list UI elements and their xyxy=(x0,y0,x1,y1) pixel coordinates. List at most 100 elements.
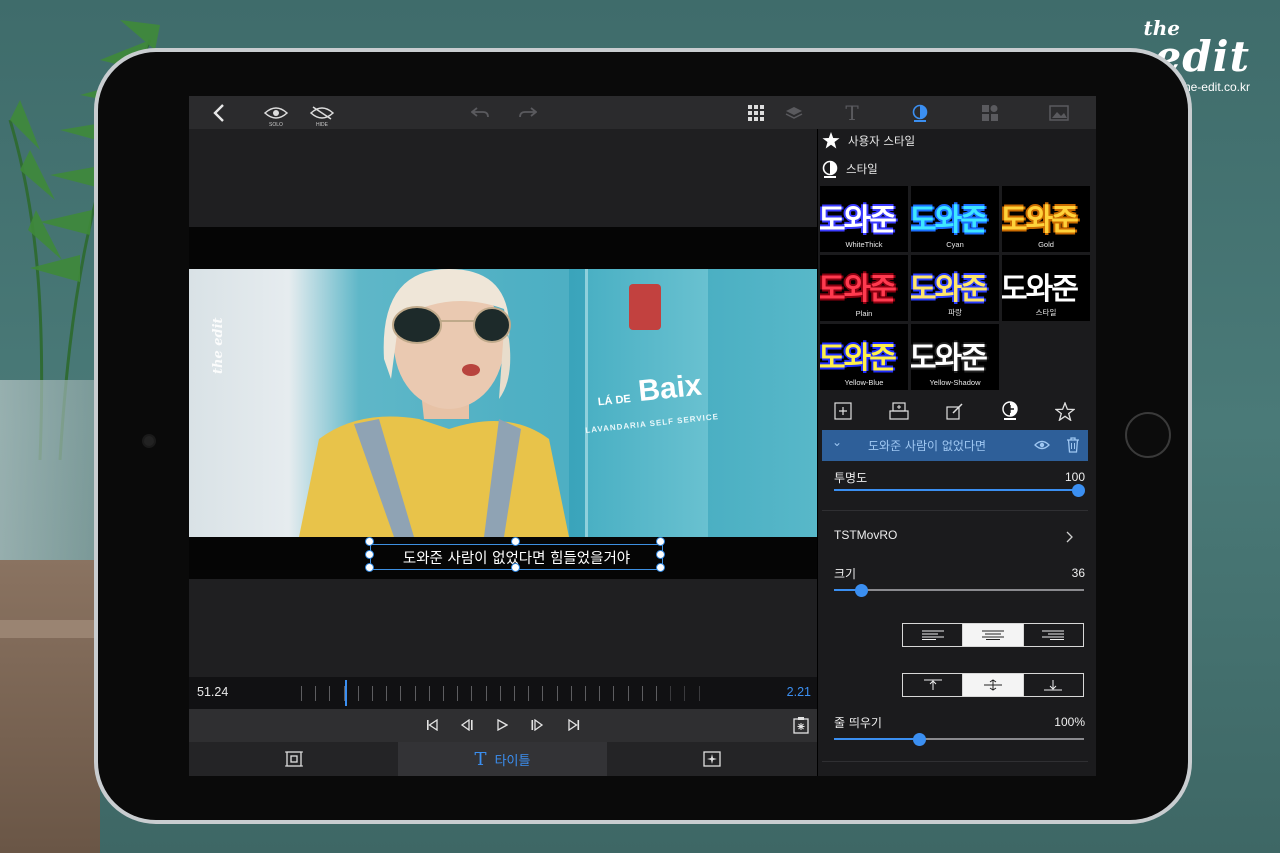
ruler-tick xyxy=(585,686,586,701)
align-middle-icon xyxy=(983,679,1002,691)
timeline-ruler[interactable]: 51.24 2.21 xyxy=(189,677,817,709)
style-thumbnail[interactable]: 도와준 스타일 xyxy=(1002,255,1090,321)
shapes-button[interactable] xyxy=(979,100,1001,126)
tab-titles[interactable]: T 타이틀 xyxy=(398,742,607,776)
resize-handle[interactable] xyxy=(511,563,520,572)
home-button[interactable] xyxy=(1125,412,1171,458)
align-middle-button[interactable] xyxy=(963,674,1024,696)
align-center-button[interactable] xyxy=(963,624,1024,646)
app-screen: SOLO HIDE T LÁ DE Baix LAVANDARIA SELF S… xyxy=(189,96,1096,776)
style-name: Yellow-Shadow xyxy=(929,378,981,387)
apply-style-button[interactable] xyxy=(999,401,1021,421)
align-top-button[interactable] xyxy=(903,674,964,696)
playhead[interactable] xyxy=(345,680,347,706)
preview-empty-area xyxy=(189,129,817,227)
skip-to-start-button[interactable] xyxy=(422,715,442,735)
image-icon xyxy=(1049,105,1069,121)
resize-handle[interactable] xyxy=(656,563,665,572)
solo-button[interactable]: SOLO xyxy=(263,100,289,128)
style-sample-text: 도와준 xyxy=(911,272,988,307)
ruler-tick xyxy=(557,686,558,701)
align-right-icon xyxy=(1042,630,1065,640)
style-thumbnail[interactable]: 도와준 Yellow-Blue xyxy=(820,324,908,390)
undo-button[interactable] xyxy=(469,100,491,126)
style-thumbnail[interactable]: 도와준 Gold xyxy=(1002,186,1090,252)
resize-handle[interactable] xyxy=(656,537,665,546)
video-sign-prefix: LÁ DE xyxy=(597,393,632,409)
background-window xyxy=(0,380,100,570)
align-left-button[interactable] xyxy=(903,624,964,646)
selected-layer-bar[interactable]: ⌄ 도와준 사람이 없었다면 xyxy=(822,430,1088,461)
slider-knob[interactable] xyxy=(855,584,868,597)
ruler-tick xyxy=(486,686,487,701)
style-header[interactable]: 스타일 xyxy=(822,160,878,178)
back-button[interactable] xyxy=(209,100,229,126)
redo-button[interactable] xyxy=(517,100,539,126)
edit-style-button[interactable] xyxy=(944,401,966,421)
opacity-slider[interactable] xyxy=(834,483,1085,499)
duplicate-style-button[interactable] xyxy=(888,401,910,421)
style-name: 스타일 xyxy=(1035,308,1057,317)
style-tool-button[interactable] xyxy=(909,100,931,126)
eye-icon[interactable] xyxy=(1034,439,1050,451)
size-slider[interactable] xyxy=(834,583,1084,599)
align-top-icon xyxy=(923,679,942,690)
skip-to-end-button[interactable] xyxy=(564,715,584,735)
style-thumbnail[interactable]: 도와준 WhiteThick xyxy=(820,186,908,252)
hide-button[interactable]: HIDE xyxy=(309,100,335,128)
slider-knob[interactable] xyxy=(913,733,926,746)
contrast-icon xyxy=(912,104,928,122)
style-sample-text: 도와준 xyxy=(1002,272,1079,307)
style-sample-text: 도와준 xyxy=(1002,203,1079,238)
style-name: Gold xyxy=(1038,240,1054,249)
align-right-button[interactable] xyxy=(1024,624,1083,646)
ruler-tick xyxy=(642,686,643,701)
ruler-tick xyxy=(372,686,373,701)
style-thumbnail[interactable]: 도와준 파랑 xyxy=(911,255,999,321)
text-tool-button[interactable]: T xyxy=(841,100,863,126)
chevron-down-icon[interactable]: ⌄ xyxy=(832,435,842,449)
favorite-style-button[interactable] xyxy=(1054,401,1076,421)
tab-effects[interactable] xyxy=(607,742,817,776)
resize-handle[interactable] xyxy=(365,550,374,559)
opacity-value: 100 xyxy=(1064,470,1085,484)
style-name: Cyan xyxy=(946,240,964,249)
clip-duration: 2.21 xyxy=(786,685,811,699)
snapshot-button[interactable] xyxy=(791,715,811,735)
line-spacing-slider[interactable] xyxy=(834,732,1084,748)
step-back-icon xyxy=(460,719,473,731)
user-style-header[interactable]: 사용자 스타일 xyxy=(822,132,915,149)
slider-fill xyxy=(834,738,919,740)
ruler-tick xyxy=(415,686,416,701)
font-selector[interactable]: TSTMovRO xyxy=(822,519,1088,553)
style-thumbnail[interactable]: 도와준 Plain xyxy=(820,255,908,321)
resize-handle[interactable] xyxy=(511,537,520,546)
current-time: 51.24 xyxy=(197,685,229,699)
ruler-tick xyxy=(699,686,700,701)
resize-handle[interactable] xyxy=(656,550,665,559)
resize-handle[interactable] xyxy=(365,563,374,572)
sparkle-image-icon xyxy=(703,751,721,767)
style-thumbnail[interactable]: 도와준 Yellow-Shadow xyxy=(911,324,999,390)
style-thumbnail[interactable]: 도와준 Cyan xyxy=(911,186,999,252)
grid-button[interactable] xyxy=(745,100,767,126)
ruler-tick xyxy=(542,686,543,701)
video-frame[interactable]: LÁ DE Baix LAVANDARIA SELF SERVICE the e… xyxy=(189,269,817,537)
add-style-button[interactable] xyxy=(832,401,854,421)
align-bottom-button[interactable] xyxy=(1024,674,1083,696)
tab-transform[interactable] xyxy=(189,742,398,776)
resize-handle[interactable] xyxy=(365,537,374,546)
step-back-button[interactable] xyxy=(457,715,477,735)
slider-knob[interactable] xyxy=(1072,484,1085,497)
top-toolbar: SOLO HIDE T xyxy=(189,96,1096,129)
size-label: 크기 xyxy=(834,567,857,581)
play-button[interactable] xyxy=(492,715,512,735)
image-button[interactable] xyxy=(1047,100,1071,126)
transport-bar xyxy=(189,709,817,742)
step-forward-icon xyxy=(531,719,544,731)
horizontal-align-control xyxy=(902,623,1084,647)
step-forward-button[interactable] xyxy=(527,715,547,735)
style-name: Yellow-Blue xyxy=(844,378,884,387)
trash-icon[interactable] xyxy=(1066,437,1080,453)
layers-button[interactable] xyxy=(783,100,805,126)
